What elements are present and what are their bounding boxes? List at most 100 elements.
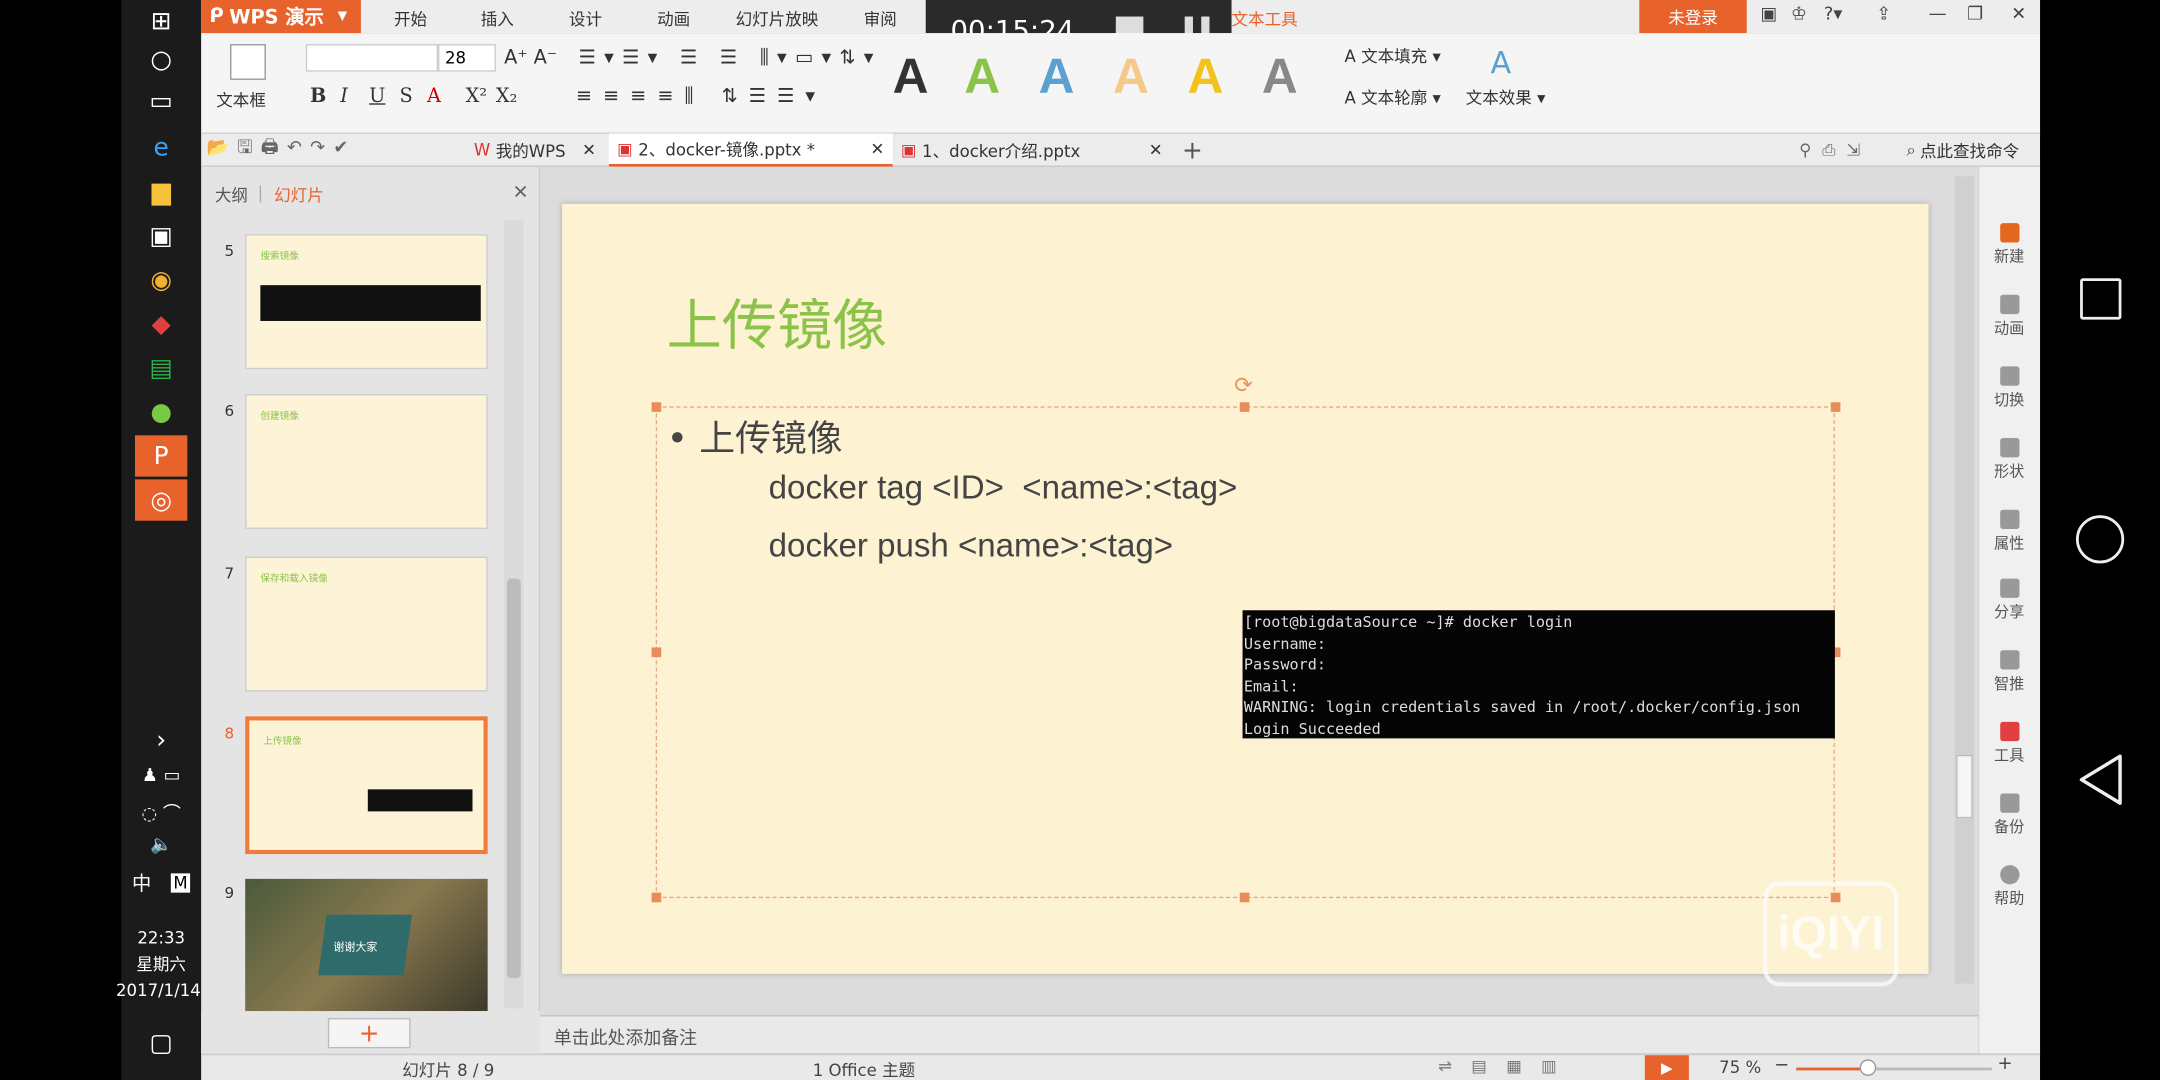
resize-handle[interactable] [651,402,662,412]
sidebar-backup-button[interactable]: 备份 [1978,793,2040,837]
zoom-out-icon[interactable]: − [1774,1055,1789,1076]
close-icon[interactable]: ✕ [582,141,596,160]
resize-handle[interactable] [1239,892,1250,903]
tab-docker-image[interactable]: ▣ 2、docker-镜像.pptx * ✕ [608,133,893,167]
resize-handle[interactable] [1239,402,1250,412]
sidebar-tools-button[interactable]: 工具 [1978,721,2040,766]
login-button[interactable]: 未登录 [1639,0,1747,34]
zoom-level[interactable]: 75 % [1719,1058,1761,1077]
text-effect-icon[interactable]: A [1491,47,1512,81]
back-icon[interactable] [2077,752,2124,807]
task-view-icon[interactable]: ▭ [135,80,187,121]
ime-label[interactable]: 中 [132,869,151,897]
increase-font-icon[interactable]: A⁺ A⁻ [504,47,557,69]
style-a-green[interactable]: A [964,47,1000,105]
wps-app-menu-button[interactable]: ᑭ WPS 演示 ▼ [201,0,361,34]
text-outline-button[interactable]: A 文本轮廓 ▾ [1344,85,1440,108]
share-icon[interactable]: ⇪ [1876,4,1891,25]
view-mode-icons[interactable]: ⇌▤▦▥ [1438,1057,1576,1076]
tab-outline[interactable]: 大纲 [215,183,248,206]
resize-handle[interactable] [1830,402,1841,412]
skin-icon[interactable]: ▣ [1761,4,1778,25]
menu-slideshow[interactable]: 幻灯片放映 [736,7,819,30]
edge-browser-icon[interactable]: e [135,127,187,168]
zoom-slider-handle[interactable] [1859,1059,1877,1076]
menu-review[interactable]: 审阅 [864,7,897,30]
style-a-blue[interactable]: A [1039,47,1075,105]
ime-mode-label[interactable]: M [170,873,191,893]
app-icon[interactable]: ◆ [135,303,187,344]
editor-scrollbar[interactable] [1954,176,1975,984]
add-slide-button[interactable]: + [327,1018,411,1049]
textbox-icon[interactable] [230,44,266,80]
subscript-button[interactable]: X₂ [496,85,517,107]
menu-text-tools[interactable]: 文本工具 [1232,7,1298,30]
slide-thumbnail-9[interactable]: 谢谢大家 [245,878,488,1012]
theme-name[interactable]: 1 Office 主题 [813,1058,915,1080]
align-tools[interactable]: ≡≡≡≡⫼ ⇅☰☰▾ [576,85,826,107]
textbox-button-label[interactable]: 文本框 [216,88,266,111]
tab-docker-intro[interactable]: ▣ 1、docker介绍.pptx ✕ [898,134,1168,167]
cortana-icon[interactable]: ○ [135,39,187,80]
shirt-icon[interactable]: ♔ [1791,4,1807,25]
sidebar-transition-button[interactable]: 切换 [1978,366,2040,410]
notification-icon[interactable]: ▢ [135,1022,187,1063]
style-a-yellow[interactable]: A [1187,47,1223,105]
sidebar-share-button[interactable]: 分享 [1978,578,2040,623]
terminal-screenshot[interactable]: [root@bigdataSource ~]# docker login Use… [1242,610,1835,739]
windows-start-icon[interactable]: ⊞ [135,0,187,41]
slide-title[interactable]: 上传镜像 [667,281,887,361]
tab-my-wps[interactable]: W 我的WPS ✕ [474,134,596,167]
panel-scrollbar-thumb[interactable] [506,578,521,979]
sidebar-smart-button[interactable]: 智推 [1978,650,2040,694]
home-icon[interactable] [2075,515,2125,564]
menu-start[interactable]: 开始 [394,7,427,30]
menu-design[interactable]: 设计 [569,7,602,30]
new-tab-icon[interactable]: + [1182,134,1203,167]
toolbar-icons-right[interactable]: ⚲⎙⇲ [1799,134,1871,167]
sidebar-new-button[interactable]: 新建 [1978,223,2040,267]
resize-handle[interactable] [651,892,662,903]
list-tools[interactable]: ☰▾☰▾ ☰ ☰ ⫼▾▭▾⇅▾ [579,47,882,69]
wechat-icon[interactable]: ● [135,391,187,432]
maximize-icon[interactable]: ❐ [1967,4,1983,25]
close-panel-icon[interactable]: ✕ [512,182,528,204]
bold-button[interactable]: B [310,85,326,107]
editor-scrollbar-thumb[interactable] [1956,754,1973,819]
resize-handle[interactable] [651,647,662,658]
font-family-select[interactable] [305,44,439,72]
sidebar-help-button[interactable]: 帮助 [1978,865,2040,909]
shadow-button[interactable]: S [399,85,412,107]
menu-insert[interactable]: 插入 [481,7,514,30]
spreadsheet-icon[interactable]: ▤ [135,347,187,388]
store-icon[interactable]: ▣ [135,215,187,256]
wps-presentation-icon[interactable]: P [135,435,188,477]
font-color-button[interactable]: A [427,85,441,107]
notes-pane[interactable]: 单击此处添加备注 [540,1015,1979,1054]
slide-canvas[interactable]: 上传镜像 ⟳ • 上传镜像 docker tag <ID> <name>:<ta… [562,203,1929,974]
play-slideshow-icon[interactable]: ▶ [1644,1055,1689,1080]
chrome-icon[interactable]: ◉ [135,259,187,300]
volume-icon[interactable]: 🔈 [135,824,187,865]
file-explorer-icon[interactable]: ▆ [135,171,187,212]
slide-thumbnail-8-selected[interactable]: 上传镜像 [245,716,488,855]
text-effect-button[interactable]: 文本效果 ▾ [1466,85,1546,108]
slide-thumbnail-5[interactable]: 搜索镜像 [245,234,488,370]
superscript-button[interactable]: X² [466,85,487,107]
font-size-select[interactable]: 28 [438,44,496,72]
firefox-icon[interactable]: ◎ [135,479,188,521]
sidebar-shape-button[interactable]: 形状 [1978,438,2040,482]
slide-thumbnail-7[interactable]: 保存和载入镜像 [245,556,488,692]
italic-button[interactable]: I [340,85,348,107]
underline-button[interactable]: U [369,85,385,107]
style-a-gray[interactable]: A [1262,47,1298,105]
recents-icon[interactable] [2080,278,2122,320]
clock[interactable]: 22:33 星期六 2017/1/14 [116,926,201,1005]
style-a-black[interactable]: A [893,47,929,105]
menu-animation[interactable]: 动画 [657,7,690,30]
sidebar-properties-button[interactable]: 属性 [1978,509,2040,554]
slide-thumbnail-6[interactable]: 创建镜像 [245,393,488,529]
sidebar-animation-button[interactable]: 动画 [1978,294,2040,339]
close-icon[interactable]: ✕ [1149,141,1163,160]
close-window-icon[interactable]: ✕ [2011,4,2026,25]
